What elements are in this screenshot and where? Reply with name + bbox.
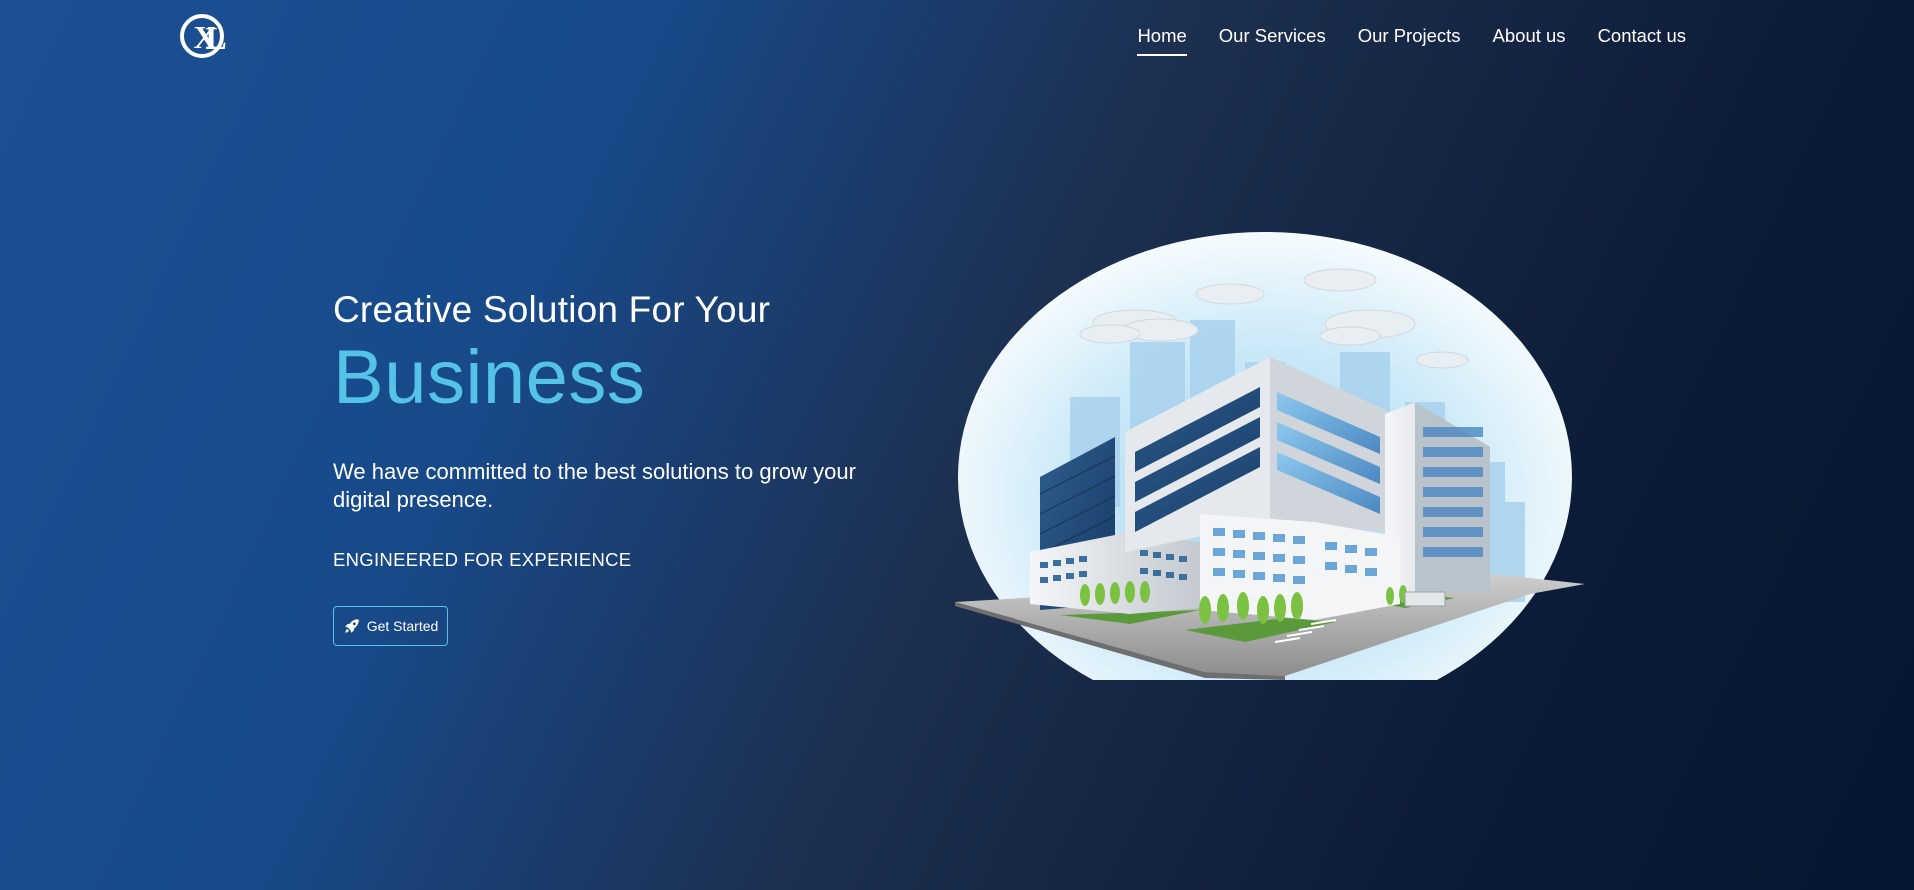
nav-about-us[interactable]: About us	[1493, 24, 1566, 56]
get-started-label: Get Started	[366, 618, 439, 634]
nav-our-services[interactable]: Our Services	[1219, 24, 1326, 56]
hero-title: Business	[333, 335, 646, 420]
site-header: X L Home Our Services Our Projects About…	[0, 0, 1914, 72]
hero-section: Creative Solution For Your Business We h…	[333, 284, 893, 646]
nav-home[interactable]: Home	[1137, 24, 1187, 56]
rocket-icon	[343, 617, 361, 635]
brand-logo[interactable]: X L	[178, 12, 232, 60]
brand-logo-icon: X L	[180, 14, 227, 58]
get-started-button[interactable]: Get Started	[333, 606, 448, 646]
office-building-illustration	[955, 232, 1585, 722]
hero-tagline: ENGINEERED FOR EXPERIENCE	[333, 549, 632, 570]
svg-text:L: L	[205, 20, 226, 56]
nav-our-projects[interactable]: Our Projects	[1358, 24, 1461, 56]
nav-contact-us[interactable]: Contact us	[1598, 24, 1686, 56]
hero-description: We have committed to the best solutions …	[333, 459, 856, 512]
main-nav: Home Our Services Our Projects About us …	[1105, 24, 1686, 56]
hero-subtitle: Creative Solution For Your	[333, 289, 771, 330]
